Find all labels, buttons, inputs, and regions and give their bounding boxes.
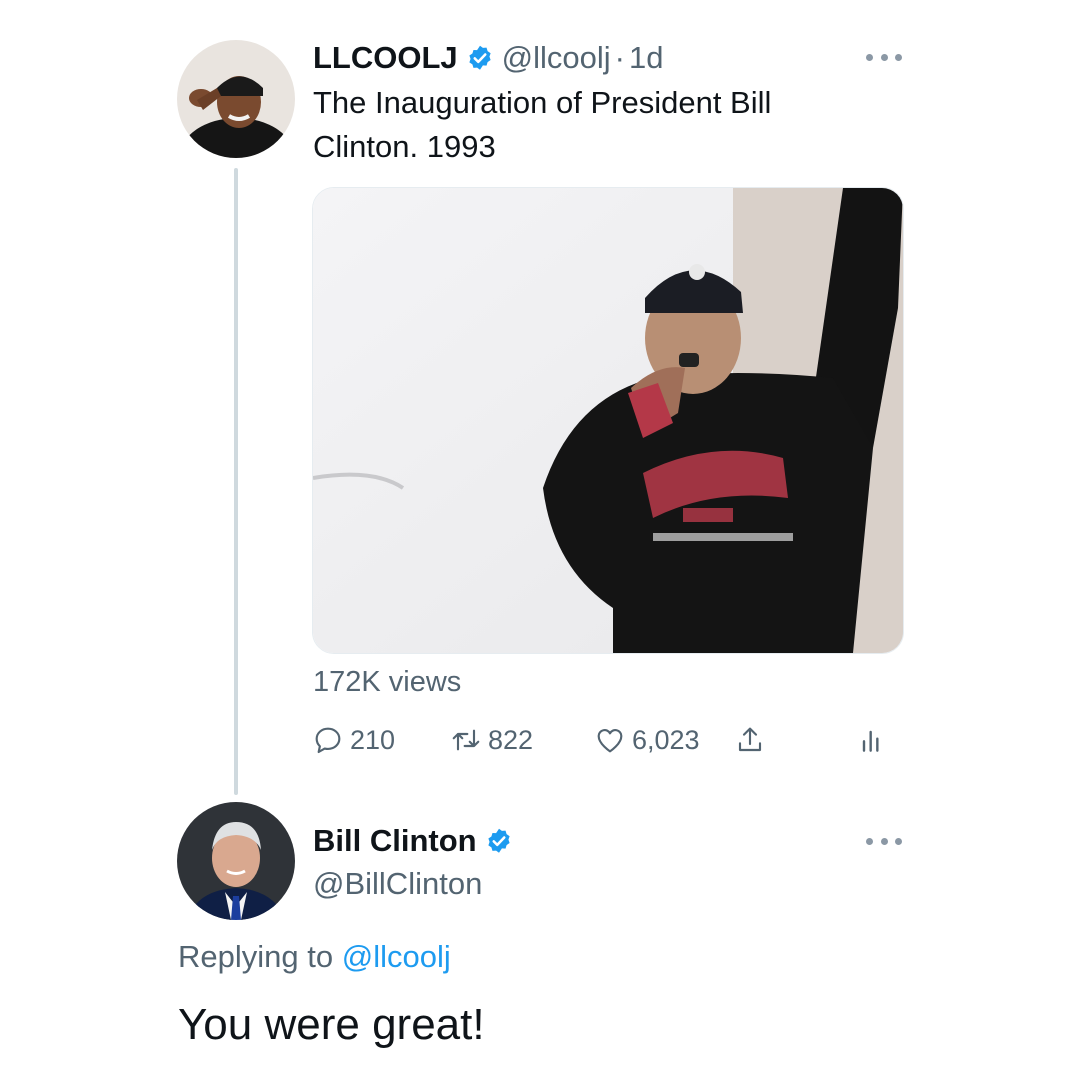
reply-icon [315,727,341,754]
view-count: 172K views [313,666,462,698]
retweet-icon [452,729,480,751]
replying-to-line: Replying to @llcoolj [178,939,451,975]
more-options-icon[interactable] [866,51,902,63]
like-action[interactable]: 6,023 [594,724,700,756]
tweet-text-line: Clinton. 1993 [313,129,496,164]
tweet-video[interactable] [312,187,904,654]
reply-tweet-text: You were great! [178,1000,485,1049]
tweet-text-line: The Inauguration of President Bill [313,85,772,120]
billclinton-avatar[interactable] [177,802,295,920]
thread-connector-line [234,168,238,795]
original-tweet-text: The Inauguration of President Bill Clint… [313,81,873,169]
video-frame-image [313,188,903,653]
like-count: 6,023 [632,724,700,755]
reply-tweet-header: Bill Clinton [313,822,513,860]
retweet-count: 822 [488,724,534,755]
retweet-action[interactable]: 822 [450,724,533,756]
analytics-action[interactable] [856,724,888,756]
time-separator: · [614,40,625,75]
llcoolj-avatar[interactable] [177,40,295,158]
replying-to-label: Replying to [178,939,334,974]
reply-count: 210 [350,724,396,755]
share-icon [738,727,762,752]
reply-author-name[interactable]: Bill Clinton [313,823,477,859]
original-tweet-header: LLCOOLJ @llcoolj · 1d [313,40,663,76]
original-author-handle[interactable]: @llcoolj [502,40,611,76]
llcoolj-avatar-image [177,40,295,158]
original-author-name[interactable]: LLCOOLJ [313,40,458,76]
share-action[interactable] [734,724,766,756]
reply-action[interactable]: 210 [312,724,395,756]
more-options-icon[interactable] [866,835,902,847]
billclinton-avatar-image [177,802,295,920]
analytics-icon [862,730,879,752]
replying-to-mention[interactable]: @llcoolj [342,939,451,974]
like-icon [597,729,623,753]
tweet-timestamp[interactable]: 1d [629,40,663,76]
verified-badge-icon [487,828,510,853]
verified-badge-icon [469,45,491,70]
reply-author-handle[interactable]: @BillClinton [313,866,482,902]
